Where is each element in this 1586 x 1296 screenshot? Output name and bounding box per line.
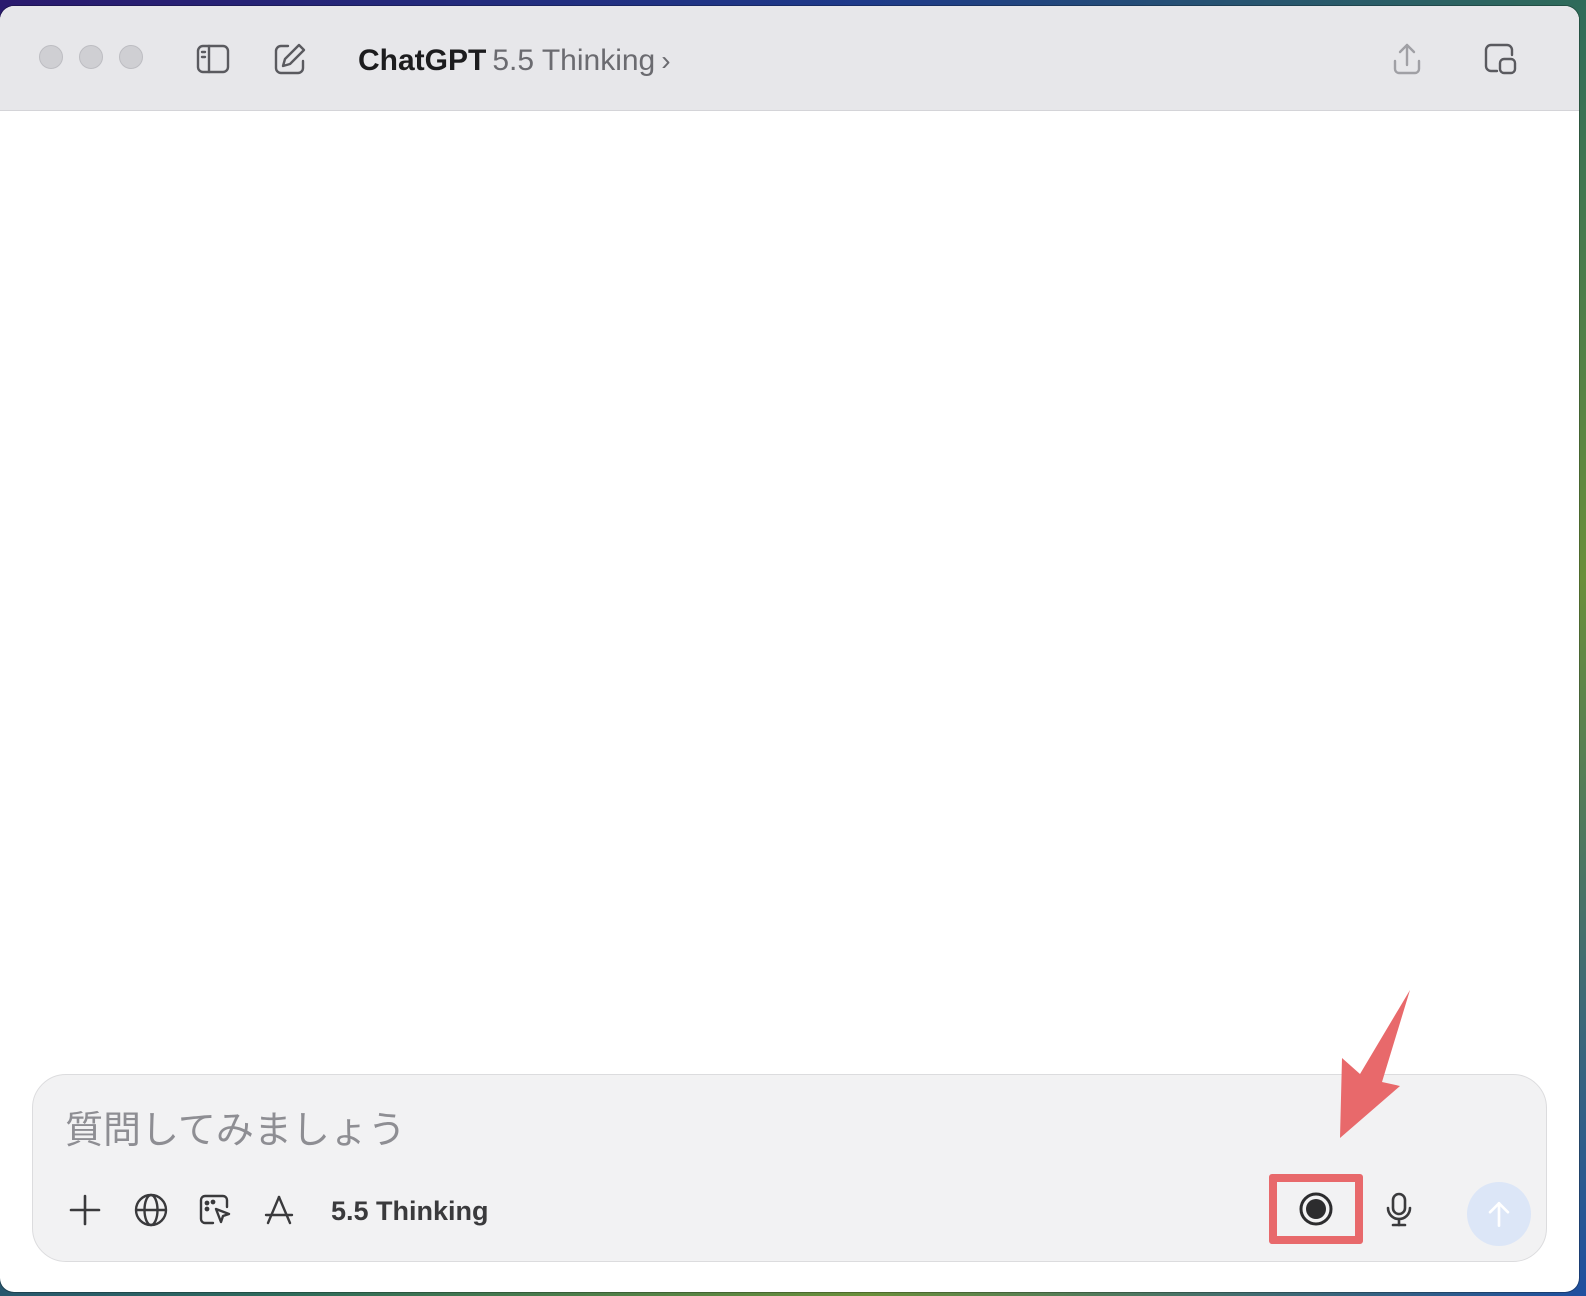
- window-mode-icon[interactable]: [1480, 39, 1520, 79]
- title-bar: ChatGPT 5.5 Thinking ›: [0, 6, 1579, 111]
- app-name: ChatGPT: [358, 44, 487, 77]
- record-button-highlight: [1269, 1174, 1363, 1244]
- message-input[interactable]: 質問してみましょう: [65, 1103, 1265, 1159]
- model-selector-label[interactable]: 5.5 Thinking: [331, 1191, 489, 1231]
- tools-icon[interactable]: [257, 1188, 301, 1232]
- compose-icon[interactable]: [270, 39, 310, 79]
- canvas-icon[interactable]: [193, 1188, 237, 1232]
- model-name: 5.5 Thinking: [492, 44, 656, 77]
- window-title[interactable]: ChatGPT 5.5 Thinking ›: [358, 42, 671, 80]
- close-window-button[interactable]: [39, 45, 63, 69]
- sidebar-icon[interactable]: [193, 39, 233, 79]
- send-button[interactable]: [1467, 1182, 1531, 1246]
- annotation-arrow-icon: [1340, 990, 1410, 1138]
- microphone-icon[interactable]: [1377, 1187, 1421, 1231]
- minimize-window-button[interactable]: [79, 45, 103, 69]
- plus-icon[interactable]: [63, 1188, 107, 1232]
- share-icon[interactable]: [1387, 39, 1427, 79]
- composer: 質問してみましょう 5.5 Thinking: [32, 1074, 1547, 1262]
- chat-area: [0, 111, 1579, 1061]
- globe-icon[interactable]: [129, 1188, 173, 1232]
- chevron-right-icon: ›: [661, 45, 671, 76]
- arrow-up-icon: [1488, 1201, 1510, 1227]
- zoom-window-button[interactable]: [119, 45, 143, 69]
